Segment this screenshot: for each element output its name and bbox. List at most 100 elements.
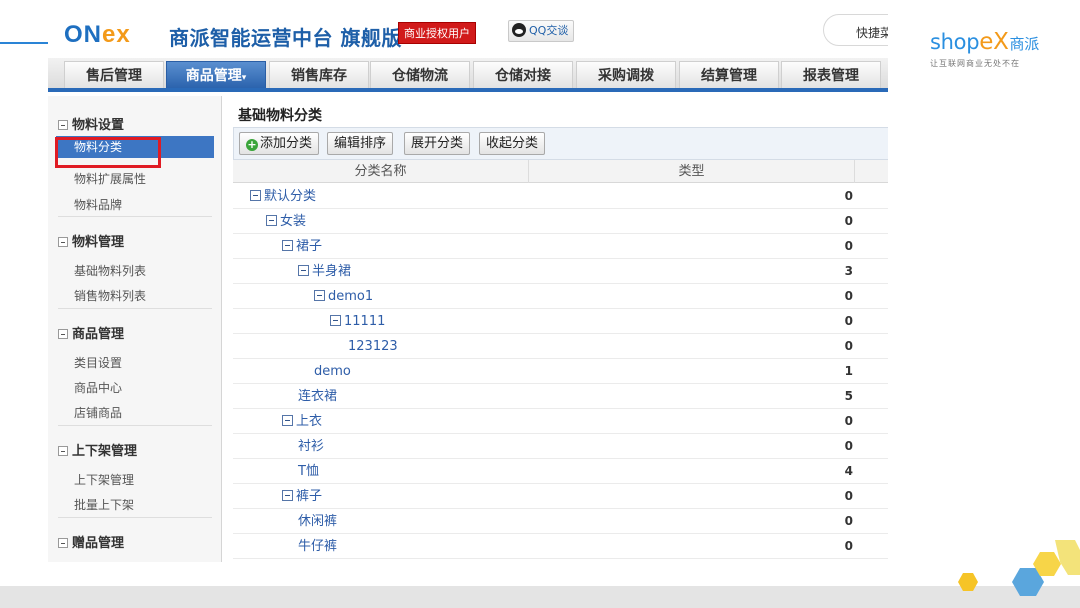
table-row[interactable]: demo1 0 [233,284,888,309]
edit-sort-button[interactable]: 编辑排序 [327,132,394,155]
sidebar-item[interactable]: 批量上下架 [74,496,134,513]
nav-tab-label: 结算管理 [701,68,757,84]
category-name-cell[interactable]: 女装 [266,209,306,234]
collapse-toggle-icon[interactable] [330,315,341,326]
category-name-cell[interactable]: demo [314,359,351,384]
onex-logo: ONex [64,21,131,49]
nav-tab-label: 销售库存 [291,68,347,84]
category-name-cell[interactable]: 裤子 [282,484,322,509]
add-icon: + [246,138,258,151]
category-name-cell[interactable]: 上衣 [282,409,322,434]
table-row[interactable]: 衬衫 0 [233,434,888,459]
slide-accent-line [0,42,48,44]
shopex-logo-ex: eX [979,29,1009,55]
sidebar-item[interactable]: 物料扩展属性 [74,170,146,187]
category-name-cell[interactable]: T恤 [298,459,319,484]
sidebar-item[interactable]: 上下架管理 [74,471,134,488]
sidebar-item[interactable]: 店铺商品 [74,404,122,421]
collapse-toggle-icon[interactable] [282,490,293,501]
category-type-cell: 1 [844,364,853,378]
category-type-cell: 0 [844,439,853,453]
category-name-cell[interactable]: 11111 [330,309,385,334]
category-name-cell[interactable]: 裙子 [282,234,322,259]
nav-tab-1[interactable]: 商品管理▾ [166,61,266,88]
category-type-cell: 0 [844,289,853,303]
category-name-cell[interactable]: demo1 [314,284,373,309]
nav-tab-2[interactable]: 销售库存 [269,61,369,88]
category-name: demo1 [328,289,374,304]
logo-x: x [116,21,131,48]
table-row[interactable]: 上衣 0 [233,409,888,434]
category-type-cell: 0 [844,339,853,353]
category-name-cell[interactable]: 牛仔裤 [298,534,337,559]
shopex-logo: shopeX商派 [930,30,1070,56]
category-name-cell[interactable]: 连衣裙 [298,384,337,409]
category-name: 衬衫 [298,439,325,454]
nav-tab-label: 采购调拨 [598,68,654,84]
collapse-toggle-icon[interactable] [298,265,309,276]
nav-tab-3[interactable]: 仓储物流 [370,61,470,88]
table-row[interactable]: 连衣裙 5 [233,384,888,409]
app-window: ONex 商派智能运营中台 旗舰版 商业授权用户 QQ交谈 快捷菜 售后管理 商品… [48,14,888,562]
nav-tab-label: 仓储物流 [392,68,448,84]
table-row[interactable]: 半身裙 3 [233,259,888,284]
table-row[interactable]: 默认分类 0 [233,184,888,209]
footer-band [0,586,1080,608]
category-name: 半身裙 [312,264,352,279]
logo-on: ON [64,21,102,48]
toolbar: + 添加分类 编辑排序 展开分类 收起分类 [233,127,888,160]
collapse-toggle-icon[interactable] [314,290,325,301]
collapse-toggle-icon [58,120,68,130]
category-name: 11111 [344,314,386,329]
category-name-cell[interactable]: 衬衫 [298,434,324,459]
category-name-cell[interactable]: 默认分类 [250,184,316,209]
sidebar-item[interactable]: 商品中心 [74,379,122,396]
nav-tab-5[interactable]: 采购调拨 [576,61,676,88]
category-name: 123123 [348,339,398,354]
add-category-button[interactable]: + 添加分类 [239,132,320,155]
sidebar-divider [58,425,212,426]
nav-tab-7[interactable]: 报表管理 [781,61,881,88]
sidebar-divider [58,216,212,217]
shopex-brand: shopeX商派 让互联网商业无处不在 [930,30,1070,69]
table-row[interactable]: 11111 0 [233,309,888,334]
shortcut-menu-button[interactable]: 快捷菜 [823,14,888,46]
sidebar-group-title[interactable]: 商品管理 [58,323,124,342]
qq-chat-button[interactable]: QQ交谈 [508,20,575,42]
category-type-cell: 5 [844,389,853,403]
license-badge: 商业授权用户 [398,22,476,44]
collapse-toggle-icon[interactable] [282,415,293,426]
collapse-toggle-icon[interactable] [250,190,261,201]
category-name-cell[interactable]: 123123 [348,334,398,359]
column-header-type[interactable]: 类型 [529,160,855,183]
table-row[interactable]: 女装 0 [233,209,888,234]
collapse-toggle-icon[interactable] [282,240,293,251]
table-row[interactable]: 123123 0 [233,334,888,359]
table-row[interactable]: demo 1 [233,359,888,384]
category-type-cell: 0 [844,414,853,428]
category-name-cell[interactable]: 休闲裤 [298,509,337,534]
sidebar-group-title[interactable]: 物料管理 [58,231,124,250]
table-row[interactable]: 牛仔裤 0 [233,534,888,559]
sidebar-group-title[interactable]: 物料设置 [58,114,124,133]
table-row[interactable]: 裤子 0 [233,484,888,509]
category-name-cell[interactable]: 半身裙 [298,259,351,284]
table-row[interactable]: 裙子 0 [233,234,888,259]
table-row[interactable]: 休闲裤 0 [233,509,888,534]
sidebar-item[interactable]: 基础物料列表 [74,262,146,279]
sidebar-item[interactable]: 销售物料列表 [74,287,146,304]
sidebar-item[interactable]: 物料品牌 [74,196,122,213]
sidebar-group-label: 物料管理 [72,235,125,250]
table-row[interactable]: T恤 4 [233,459,888,484]
nav-tab-4[interactable]: 仓储对接 [473,61,573,88]
sidebar-group-title[interactable]: 赠品管理 [58,532,124,551]
sidebar-group-title[interactable]: 上下架管理 [58,440,137,459]
nav-tab-6[interactable]: 结算管理 [679,61,779,88]
column-header-name[interactable]: 分类名称 [233,160,529,183]
sidebar-item[interactable]: 类目设置 [74,354,122,371]
nav-tab-0[interactable]: 售后管理 [64,61,164,88]
qq-label: QQ交谈 [529,24,569,37]
collapse-toggle-icon[interactable] [266,215,277,226]
collapse-categories-button[interactable]: 收起分类 [479,132,546,155]
expand-categories-button[interactable]: 展开分类 [404,132,471,155]
